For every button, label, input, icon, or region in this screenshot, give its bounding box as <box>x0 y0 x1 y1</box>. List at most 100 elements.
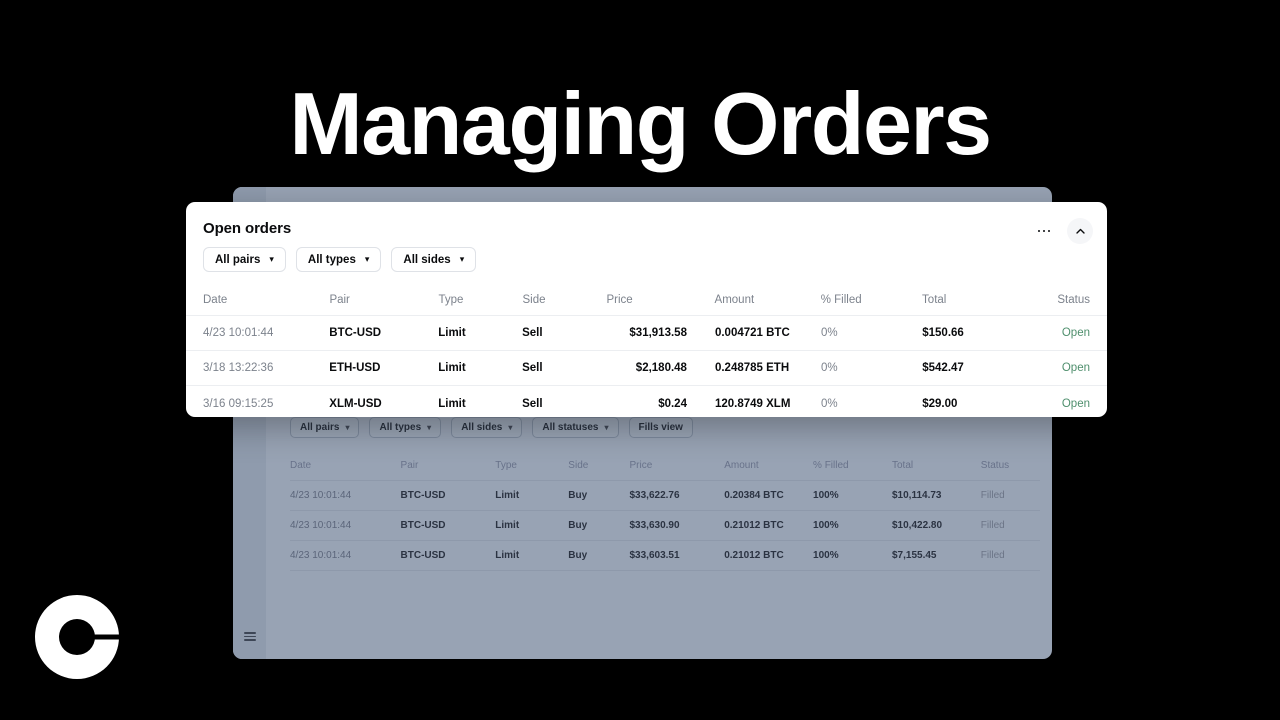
bg-filter-all-types[interactable]: All types ▾ <box>369 417 442 438</box>
filter-label: All types <box>307 253 356 266</box>
cell-date: 4/23 10:01:44 <box>290 490 352 501</box>
col-status: Status <box>980 460 1010 471</box>
col-status: Status <box>1057 293 1090 306</box>
cell-type: Limit <box>495 490 520 501</box>
cell-filled: 0% <box>821 327 838 339</box>
card-actions <box>1031 218 1093 244</box>
page-title: Managing Orders <box>289 74 992 173</box>
cell-side: Sell <box>522 362 543 374</box>
col-pair: Pair <box>400 460 419 471</box>
chevron-down-icon: ▾ <box>604 423 609 432</box>
bg-filter-label: All statuses <box>542 422 599 433</box>
cell-status: Filled <box>980 550 1005 561</box>
cell-price: $31,913.58 <box>629 327 687 339</box>
cell-price: $2,180.48 <box>635 362 687 374</box>
col-amount: Amount <box>724 460 759 471</box>
cell-pair: BTC-USD <box>400 490 446 501</box>
table-row[interactable]: 4/23 10:01:44 BTC-USD Limit Sell $31,913… <box>186 316 1107 351</box>
open-orders-card: Open orders All pairs ▾ All types ▾ All … <box>186 202 1107 417</box>
table-row[interactable]: 3/16 09:15:25 XLM-USD Limit Sell $0.24 1… <box>186 386 1107 417</box>
bg-filter-label: All types <box>379 422 422 433</box>
col-date: Date <box>290 460 312 471</box>
col-type: Type <box>438 293 464 306</box>
cell-pair: BTC-USD <box>400 550 446 561</box>
cell-type: Limit <box>495 550 520 561</box>
cell-side: Sell <box>522 327 543 339</box>
cell-filled: 100% <box>813 550 839 561</box>
cell-amount: 0.004721 BTC <box>714 327 790 339</box>
cell-pair: XLM-USD <box>329 397 382 410</box>
cell-filled: 0% <box>821 362 838 374</box>
bg-filter-label: All pairs <box>300 422 340 433</box>
filter-all-types[interactable]: All types ▾ <box>295 247 382 272</box>
bg-filter-label: All sides <box>461 422 503 433</box>
chevron-down-icon: ▾ <box>427 423 432 432</box>
chevron-down-icon: ▾ <box>459 254 465 264</box>
cell-amount: 120.8749 XLM <box>714 397 791 410</box>
bg-filter-all-statuses[interactable]: All statuses ▾ <box>532 417 619 438</box>
chevron-down-icon: ▾ <box>345 423 350 432</box>
col-total: Total <box>891 460 914 471</box>
cell-price: $33,603.51 <box>629 550 680 561</box>
cell-filled: 100% <box>813 520 839 531</box>
bg-filter-fills-view[interactable]: Fills view <box>628 417 693 438</box>
table-row[interactable]: 4/23 10:01:44 BTC-USD Limit Buy $33,603.… <box>290 541 1040 571</box>
status-badge: Open <box>1061 327 1090 339</box>
cell-date: 3/18 13:22:36 <box>203 362 274 374</box>
screen-root: Managing Orders All pairs ▾ All types ▾ … <box>0 0 1280 720</box>
cell-side: Buy <box>568 550 588 561</box>
cell-total: $29.00 <box>922 397 958 410</box>
table-row[interactable]: 4/23 10:01:44 BTC-USD Limit Buy $33,622.… <box>290 481 1040 511</box>
cell-total: $10,114.73 <box>891 490 942 501</box>
col-price: Price <box>629 460 653 471</box>
col-filled: % Filled <box>820 293 862 306</box>
open-orders-table: Date Pair Type Side Price Amount % Fille… <box>186 284 1107 417</box>
more-horizontal-icon[interactable] <box>1031 218 1057 244</box>
cell-side: Sell <box>522 397 543 410</box>
card-filter-bar: All pairs ▾ All types ▾ All sides ▾ <box>203 247 477 272</box>
background-orders-table: Date Pair Type Side Price Amount % Fille… <box>290 451 1040 571</box>
table-header-row: Date Pair Type Side Price Amount % Fille… <box>186 284 1107 316</box>
table-row[interactable]: 4/23 10:01:44 BTC-USD Limit Buy $33,630.… <box>290 511 1040 541</box>
bg-filter-all-pairs[interactable]: All pairs ▾ <box>290 417 360 438</box>
col-side: Side <box>568 460 589 471</box>
filter-all-sides[interactable]: All sides ▾ <box>391 247 477 272</box>
col-date: Date <box>203 293 228 306</box>
cell-date: 3/16 09:15:25 <box>203 397 274 410</box>
cell-date: 4/23 10:01:44 <box>203 327 274 339</box>
filter-label: All pairs <box>215 253 261 266</box>
background-filter-bar: All pairs ▾ All types ▾ All sides ▾ All … <box>290 417 693 438</box>
table-row[interactable]: 3/18 13:22:36 ETH-USD Limit Sell $2,180.… <box>186 351 1107 386</box>
cell-type: Limit <box>438 397 466 410</box>
cell-total: $7,155.45 <box>891 550 937 561</box>
filter-label: All sides <box>403 253 451 266</box>
cell-total: $10,422.80 <box>891 520 943 531</box>
filter-all-pairs[interactable]: All pairs ▾ <box>203 247 286 272</box>
cell-amount: 0.248785 ETH <box>714 362 790 374</box>
cell-price: $33,622.76 <box>629 490 680 501</box>
cell-total: $542.47 <box>922 362 964 374</box>
cell-amount: 0.21012 BTC <box>724 520 784 531</box>
col-amount: Amount <box>714 293 755 306</box>
cell-date: 4/23 10:01:44 <box>290 520 352 531</box>
chevron-up-icon[interactable] <box>1067 218 1093 244</box>
cell-date: 4/23 10:01:44 <box>290 550 352 561</box>
cell-type: Limit <box>495 520 520 531</box>
cell-pair: BTC-USD <box>400 520 446 531</box>
col-price: Price <box>606 293 633 306</box>
cell-type: Limit <box>438 362 466 374</box>
cell-status: Filled <box>980 520 1005 531</box>
cell-filled: 100% <box>813 490 839 501</box>
col-total: Total <box>922 293 947 306</box>
cell-pair: BTC-USD <box>329 327 382 339</box>
status-badge: Open <box>1061 362 1090 374</box>
bg-filter-all-sides[interactable]: All sides ▾ <box>451 417 523 438</box>
status-badge: Open <box>1061 397 1090 410</box>
col-pair: Pair <box>329 293 350 306</box>
hamburger-menu-icon[interactable] <box>244 632 256 641</box>
cell-total: $150.66 <box>922 327 964 339</box>
cell-status: Filled <box>980 490 1005 501</box>
bg-filter-label: Fills view <box>638 422 683 433</box>
cell-side: Buy <box>568 490 588 501</box>
cell-price: $33,630.90 <box>629 520 680 531</box>
